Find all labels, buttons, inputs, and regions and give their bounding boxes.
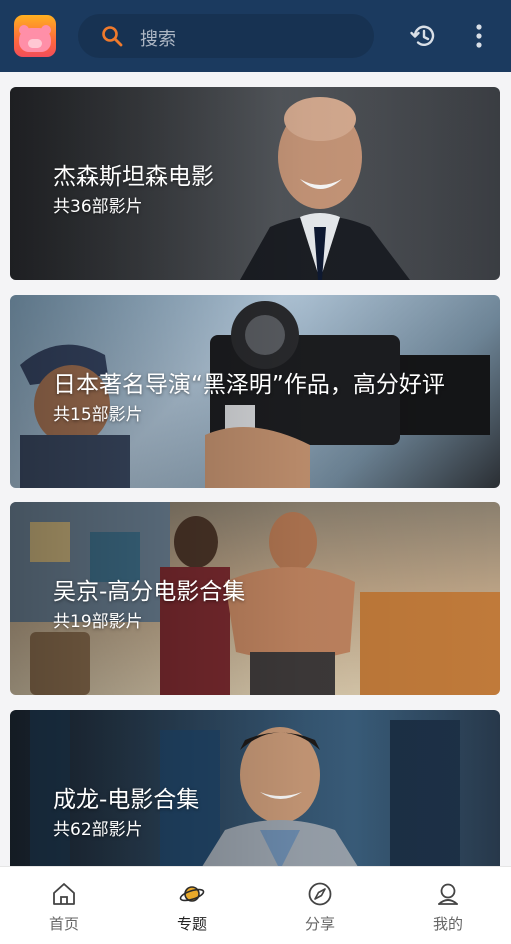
topic-count: 共62部影片 — [53, 820, 143, 840]
tab-label: 我的 — [432, 915, 463, 933]
topic-count: 共36部影片 — [53, 197, 143, 217]
topic-card[interactable]: 日本著名导演“黑泽明”作品，高分好评 共15部影片 — [10, 295, 500, 488]
more-vertical-icon[interactable] — [470, 22, 488, 50]
tab-profile[interactable]: 我的 — [384, 867, 511, 944]
home-icon — [53, 883, 75, 905]
topic-title: 吴京-高分电影合集 — [53, 579, 246, 605]
tab-home[interactable]: 首页 — [0, 867, 128, 944]
topic-card[interactable]: 成龙-电影合集 共62部影片 — [10, 710, 500, 870]
planet-icon — [179, 886, 205, 902]
search-bar[interactable]: 搜索 — [78, 14, 374, 58]
topic-card[interactable]: 杰森斯坦森电影 共36部影片 — [10, 87, 500, 280]
tab-label: 首页 — [48, 915, 79, 933]
tab-share[interactable]: 分享 — [256, 867, 384, 944]
logo-snout — [28, 39, 42, 48]
topic-count: 共19部影片 — [53, 612, 143, 632]
tab-label: 专题 — [176, 915, 207, 933]
search-icon — [102, 26, 123, 47]
compass-icon — [308, 882, 332, 906]
topic-card[interactable]: 吴京-高分电影合集 共19部影片 — [10, 502, 500, 695]
tab-topics[interactable]: 专题 — [128, 867, 256, 944]
topic-title: 成龙-电影合集 — [53, 787, 200, 813]
tab-label: 分享 — [304, 915, 335, 933]
topic-title: 杰森斯坦森电影 — [53, 164, 214, 190]
topic-title: 日本著名导演“黑泽明”作品，高分好评 — [53, 372, 445, 398]
app-logo-icon[interactable] — [14, 15, 56, 57]
topic-count: 共15部影片 — [53, 405, 143, 425]
top-app-bar: 搜索 — [0, 0, 511, 72]
bottom-tab-bar: 首页 专题 分享 我的 — [0, 866, 511, 944]
profile-icon — [438, 883, 458, 905]
search-placeholder: 搜索 — [140, 29, 176, 50]
history-icon[interactable] — [409, 22, 437, 50]
